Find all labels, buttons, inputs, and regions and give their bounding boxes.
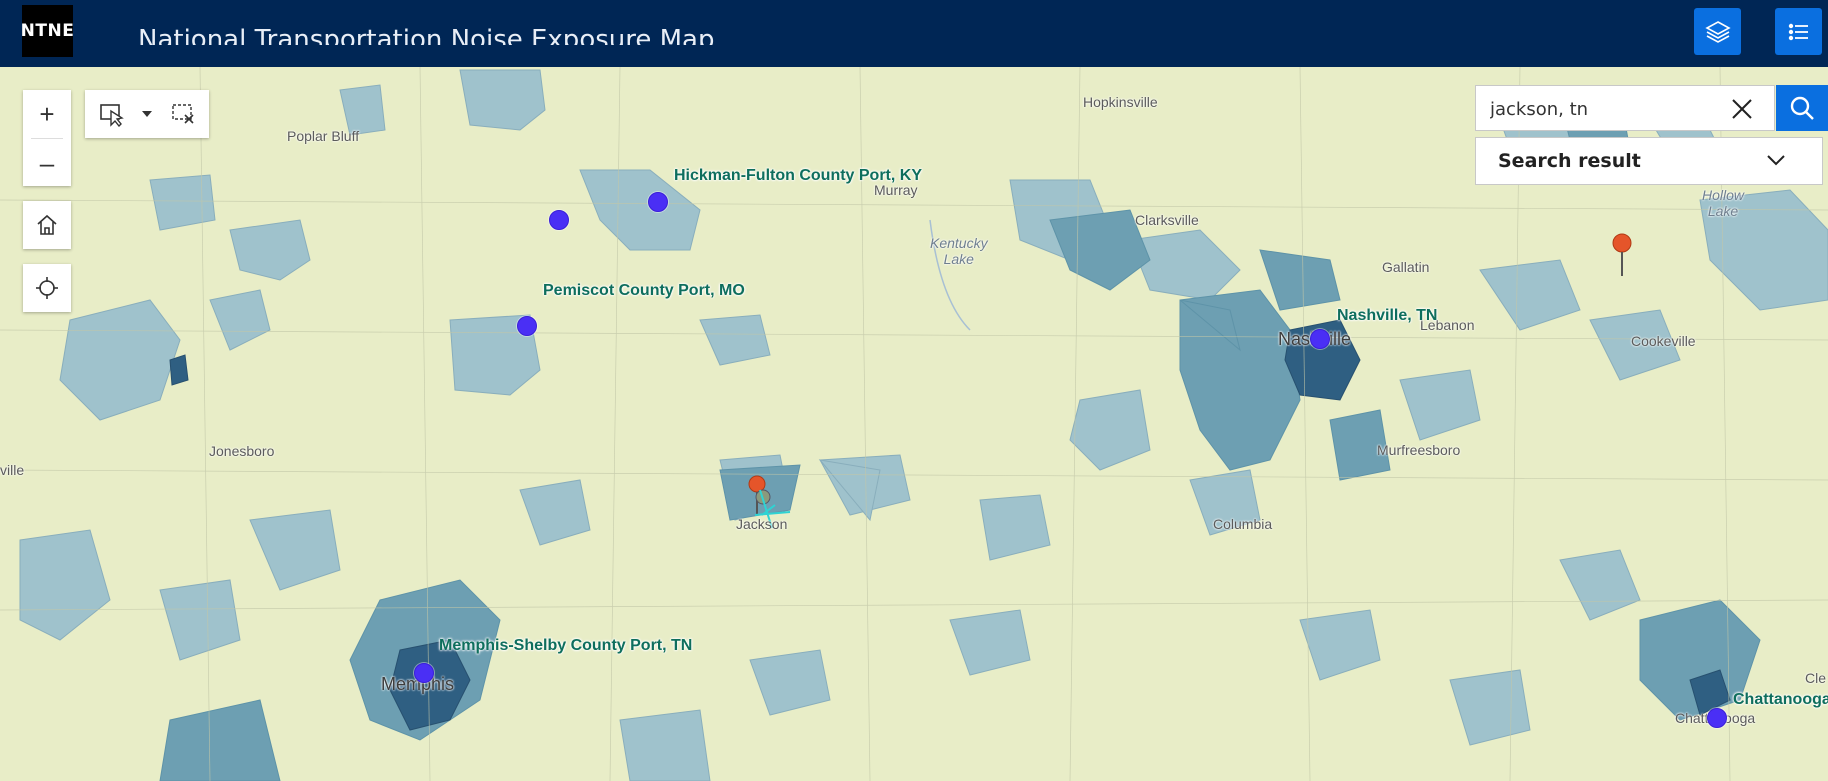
port-marker[interactable] [648, 192, 668, 212]
home-icon [37, 214, 57, 235]
caret-down-icon[interactable] [140, 109, 154, 119]
place-label: Kentucky Lake [930, 235, 988, 267]
port-label: Pemiscot County Port, MO [543, 282, 745, 299]
place-label: Hopkinsville [1083, 94, 1158, 110]
port-label: Nashville, TN [1337, 307, 1438, 324]
chevron-down-icon[interactable] [1766, 153, 1786, 167]
place-label: Hollow Lake [1702, 187, 1745, 219]
search-button[interactable] [1776, 85, 1828, 131]
place-label: Clarksville [1135, 212, 1199, 228]
port-marker[interactable] [1707, 708, 1727, 728]
search-result-panel[interactable]: Search result [1475, 137, 1823, 185]
clear-search-button[interactable] [1729, 96, 1755, 122]
place-label: Jackson [736, 516, 788, 532]
place-label: Columbia [1213, 516, 1273, 532]
port-label: Hickman-Fulton County Port, KY [674, 167, 922, 184]
zoom-in-button[interactable]: + [23, 90, 71, 138]
search-box [1475, 85, 1775, 131]
zoom-controls: + – [23, 90, 71, 186]
app-logo[interactable]: NTNE [20, 5, 75, 57]
port-marker[interactable] [1310, 329, 1330, 349]
select-cursor-icon[interactable] [98, 101, 126, 127]
place-label: Cookeville [1631, 333, 1696, 349]
search-input[interactable] [1488, 94, 1722, 124]
list-button[interactable] [1775, 8, 1822, 55]
logo-text: NTNE [20, 21, 75, 41]
port-label: Memphis-Shelby County Port, TN [439, 637, 693, 654]
search-result-label: Search result [1498, 150, 1641, 172]
locate-crosshair-icon [36, 277, 58, 299]
port-marker[interactable] [517, 316, 537, 336]
place-label: Gallatin [1382, 259, 1430, 275]
list-icon [1788, 23, 1808, 40]
port-marker[interactable] [549, 210, 569, 230]
search-icon [1790, 96, 1814, 120]
place-label: Poplar Bluff [287, 128, 360, 144]
layers-button[interactable] [1694, 8, 1741, 55]
place-label: ville [0, 462, 25, 478]
port-label: Chattanooga [1733, 691, 1828, 708]
layers-icon [1704, 20, 1731, 43]
port-marker[interactable] [414, 663, 434, 683]
locate-button[interactable] [23, 264, 71, 312]
home-button[interactable] [23, 201, 71, 249]
place-label: Cle [1805, 670, 1827, 686]
zoom-out-button[interactable]: – [23, 139, 71, 187]
selection-toolbar [85, 90, 209, 138]
close-icon [1732, 99, 1752, 119]
app-header: NTNE National Transportation Noise Expos… [0, 0, 1828, 67]
app-title: National Transportation Noise Exposure M… [138, 25, 715, 45]
clear-selection-icon[interactable] [170, 102, 196, 126]
place-label: Jonesboro [209, 443, 275, 459]
place-label: Murfreesboro [1377, 442, 1461, 458]
